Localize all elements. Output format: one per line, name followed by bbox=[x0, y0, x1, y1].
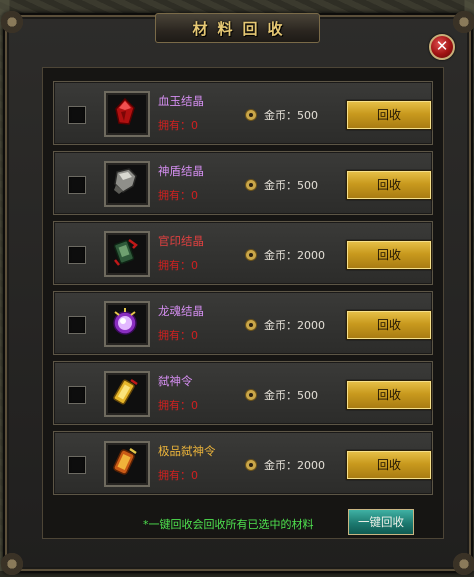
item-price: 金币：2000 bbox=[264, 319, 325, 332]
close-button[interactable]: ✕ bbox=[429, 34, 455, 60]
recycle-button[interactable]: 回收 bbox=[346, 170, 432, 200]
item-row: 血玉结晶 拥有：0 金币：500 回收 bbox=[53, 81, 433, 145]
recycle-button[interactable]: 回收 bbox=[346, 450, 432, 480]
item-name: 极品弑神令 bbox=[158, 444, 216, 458]
item-name: 龙魂结晶 bbox=[158, 304, 204, 318]
item-slot[interactable] bbox=[104, 231, 150, 277]
item-row: 弑神令 拥有：0 金币：500 回收 bbox=[53, 361, 433, 425]
window-title: 材料回收 bbox=[192, 19, 293, 38]
recycle-button[interactable]: 回收 bbox=[346, 310, 432, 340]
item-row: 官印结晶 拥有：0 金币：2000 回收 bbox=[53, 221, 433, 285]
item-slot[interactable] bbox=[104, 91, 150, 137]
item-checkbox[interactable] bbox=[68, 386, 86, 404]
recycle-button[interactable]: 回收 bbox=[346, 100, 432, 130]
frame-corner bbox=[451, 551, 474, 577]
dragon-soul-orb-icon bbox=[113, 308, 137, 335]
gold-coin-icon bbox=[245, 249, 257, 261]
item-owned-count: 拥有：0 bbox=[158, 259, 198, 272]
item-checkbox[interactable] bbox=[68, 316, 86, 334]
item-owned-count: 拥有：0 bbox=[158, 189, 198, 202]
item-checkbox[interactable] bbox=[68, 176, 86, 194]
title-plate: 材料回收 bbox=[155, 13, 320, 43]
item-owned-count: 拥有：0 bbox=[158, 399, 198, 412]
item-row: 龙魂结晶 拥有：0 金币：2000 回收 bbox=[53, 291, 433, 355]
item-price: 金币：2000 bbox=[264, 249, 325, 262]
red-crystal-icon bbox=[115, 97, 135, 125]
item-checkbox[interactable] bbox=[68, 106, 86, 124]
item-name: 血玉结晶 bbox=[158, 94, 204, 108]
item-slot[interactable] bbox=[104, 161, 150, 207]
item-list: 血玉结晶 拥有：0 金币：500 回收 神盾结晶 拥有：0 金币：500 回收 … bbox=[53, 81, 433, 501]
item-row: 极品弑神令 拥有：0 金币：2000 回收 bbox=[53, 431, 433, 495]
item-slot[interactable] bbox=[104, 441, 150, 487]
gold-token-icon bbox=[113, 378, 138, 405]
item-name: 神盾结晶 bbox=[158, 164, 204, 178]
gold-coin-icon bbox=[245, 389, 257, 401]
item-name: 弑神令 bbox=[158, 374, 193, 388]
item-owned-count: 拥有：0 bbox=[158, 469, 198, 482]
frame-corner bbox=[0, 551, 25, 577]
recycle-hint: *一键回收会回收所有已选中的材料 bbox=[143, 518, 314, 531]
recycle-button[interactable]: 回收 bbox=[346, 380, 432, 410]
item-name: 官印结晶 bbox=[158, 234, 204, 248]
item-row: 神盾结晶 拥有：0 金币：500 回收 bbox=[53, 151, 433, 215]
item-checkbox[interactable] bbox=[68, 246, 86, 264]
shield-crystal-icon bbox=[114, 168, 137, 194]
gold-coin-icon bbox=[245, 459, 257, 471]
item-owned-count: 拥有：0 bbox=[158, 119, 198, 132]
item-price: 金币：500 bbox=[264, 109, 318, 122]
item-price: 金币：500 bbox=[264, 389, 318, 402]
item-slot[interactable] bbox=[104, 301, 150, 347]
recycle-button[interactable]: 回收 bbox=[346, 240, 432, 270]
frame-corner bbox=[451, 9, 474, 35]
item-price: 金币：2000 bbox=[264, 459, 325, 472]
official-seal-icon bbox=[113, 238, 138, 266]
gold-coin-icon bbox=[245, 179, 257, 191]
one-key-recycle-button[interactable]: 一键回收 bbox=[348, 509, 414, 535]
gold-coin-icon bbox=[245, 319, 257, 331]
premium-token-icon bbox=[113, 447, 137, 475]
frame-corner bbox=[0, 9, 25, 35]
item-price: 金币：500 bbox=[264, 179, 318, 192]
gold-coin-icon bbox=[245, 109, 257, 121]
recycle-window: 材料回收 ✕ 血玉结晶 拥有：0 金币：500 回收 神盾结晶 拥有：0 金币：… bbox=[0, 9, 474, 577]
item-slot[interactable] bbox=[104, 371, 150, 417]
item-owned-count: 拥有：0 bbox=[158, 329, 198, 342]
item-checkbox[interactable] bbox=[68, 456, 86, 474]
item-list-panel: 血玉结晶 拥有：0 金币：500 回收 神盾结晶 拥有：0 金币：500 回收 … bbox=[42, 67, 444, 539]
